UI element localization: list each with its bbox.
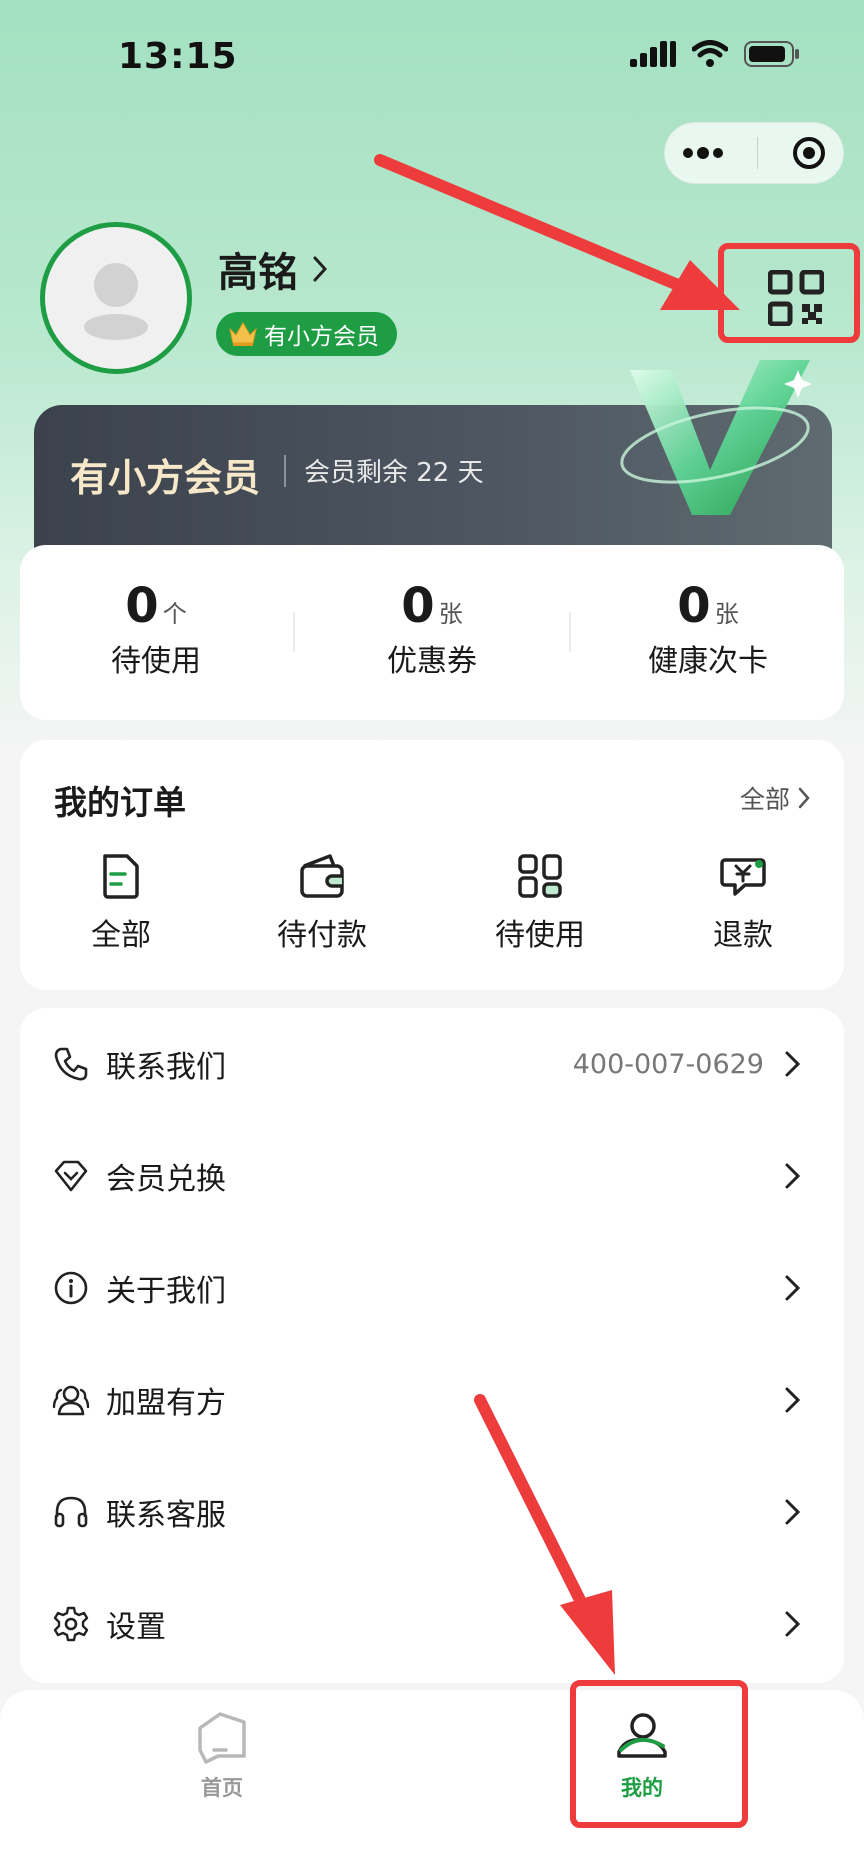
order-pending-payment[interactable]: 待付款 [242, 852, 402, 954]
chevron-right-icon [785, 1051, 801, 1077]
order-all[interactable]: 全部 [41, 852, 201, 954]
stat-label: 待使用 [111, 644, 201, 679]
chevron-right-icon [785, 1163, 801, 1189]
stat-value: 0 [125, 578, 159, 634]
menu-label: 联系客服 [106, 1498, 226, 1533]
signal-icon [630, 41, 676, 67]
wifi-icon [692, 40, 728, 67]
menu-item-customer-service[interactable]: 联系客服 [20, 1456, 844, 1568]
stat-unit: 张 [438, 600, 463, 628]
chevron-right-icon [313, 256, 328, 282]
stat-label: 健康次卡 [648, 644, 768, 679]
headset-icon [54, 1496, 88, 1528]
order-label: 退款 [713, 918, 773, 953]
profile-name: 高铭 [218, 250, 298, 296]
order-label: 待付款 [277, 918, 367, 953]
orders-all-label: 全部 [739, 785, 790, 814]
menu-item-franchise[interactable]: 加盟有方 [20, 1344, 844, 1456]
grid-icon [518, 854, 562, 898]
annotation-arrow-icon [374, 154, 740, 310]
people-icon [52, 1385, 90, 1416]
stat-divider [569, 612, 571, 652]
order-refund[interactable]: 退款 [663, 852, 823, 954]
chevron-right-icon [785, 1387, 801, 1413]
contact-phone-number: 400-007-0629 [572, 1048, 764, 1080]
member-card-title: 有小方会员 [70, 456, 261, 500]
battery-icon [744, 41, 799, 67]
menu-label: 会员兑换 [106, 1162, 226, 1197]
refund-icon [720, 858, 766, 896]
crown-icon [229, 322, 257, 346]
target-close-icon[interactable] [791, 135, 827, 171]
stat-value: 0 [401, 578, 435, 634]
menu-item-member-exchange[interactable]: 会员兑换 [20, 1120, 844, 1232]
home-icon [198, 1712, 246, 1764]
annotation-highlight-mine-tab [570, 1680, 748, 1828]
chevron-right-icon [785, 1275, 801, 1301]
default-avatar-icon [84, 263, 148, 340]
stat-unit: 个 [162, 600, 187, 628]
v-logo-decoration [620, 360, 812, 515]
menu-item-about-us[interactable]: 关于我们 [20, 1232, 844, 1344]
wallet-icon [300, 854, 344, 898]
status-time: 13:15 [118, 36, 238, 77]
phone-icon [54, 1047, 88, 1081]
gear-icon [53, 1606, 89, 1642]
document-icon [103, 854, 139, 899]
member-card-divider [284, 455, 286, 487]
annotation-arrow-icon [474, 1394, 615, 1675]
avatar[interactable] [40, 222, 192, 374]
stat-value: 0 [677, 578, 711, 634]
chevron-right-icon [798, 787, 810, 809]
order-label: 待使用 [495, 918, 585, 953]
orders-all-link[interactable]: 全部 [740, 780, 810, 816]
order-pending-use[interactable]: 待使用 [460, 852, 620, 954]
stat-health-cards[interactable]: 0张 健康次卡 [578, 578, 838, 680]
status-icons [630, 40, 800, 68]
menu-item-contact-us[interactable]: 联系我们 400-007-0629 [20, 1008, 844, 1120]
stat-unit: 张 [714, 600, 739, 628]
diamond-icon [54, 1160, 88, 1192]
profile-name-link[interactable]: 高铭 [218, 240, 328, 298]
menu-label: 设置 [106, 1610, 166, 1645]
info-icon [54, 1271, 88, 1305]
menu-item-settings[interactable]: 设置 [20, 1568, 844, 1680]
member-remaining-days: 会员剩余 22 天 [304, 458, 484, 488]
orders-title: 我的订单 [54, 783, 186, 822]
tab-label: 首页 [201, 1776, 243, 1800]
tab-home[interactable]: 首页 [142, 1710, 302, 1802]
stat-divider [293, 612, 295, 652]
order-label: 全部 [91, 918, 151, 953]
menu-label: 关于我们 [106, 1274, 226, 1309]
stat-pending-use[interactable]: 0个 待使用 [26, 578, 286, 680]
chevron-right-icon [785, 1499, 801, 1525]
stat-coupons[interactable]: 0张 优惠券 [302, 578, 562, 680]
menu-label: 加盟有方 [106, 1386, 226, 1421]
stat-label: 优惠券 [387, 644, 477, 679]
menu-label: 联系我们 [106, 1050, 226, 1085]
chevron-right-icon [785, 1611, 801, 1637]
